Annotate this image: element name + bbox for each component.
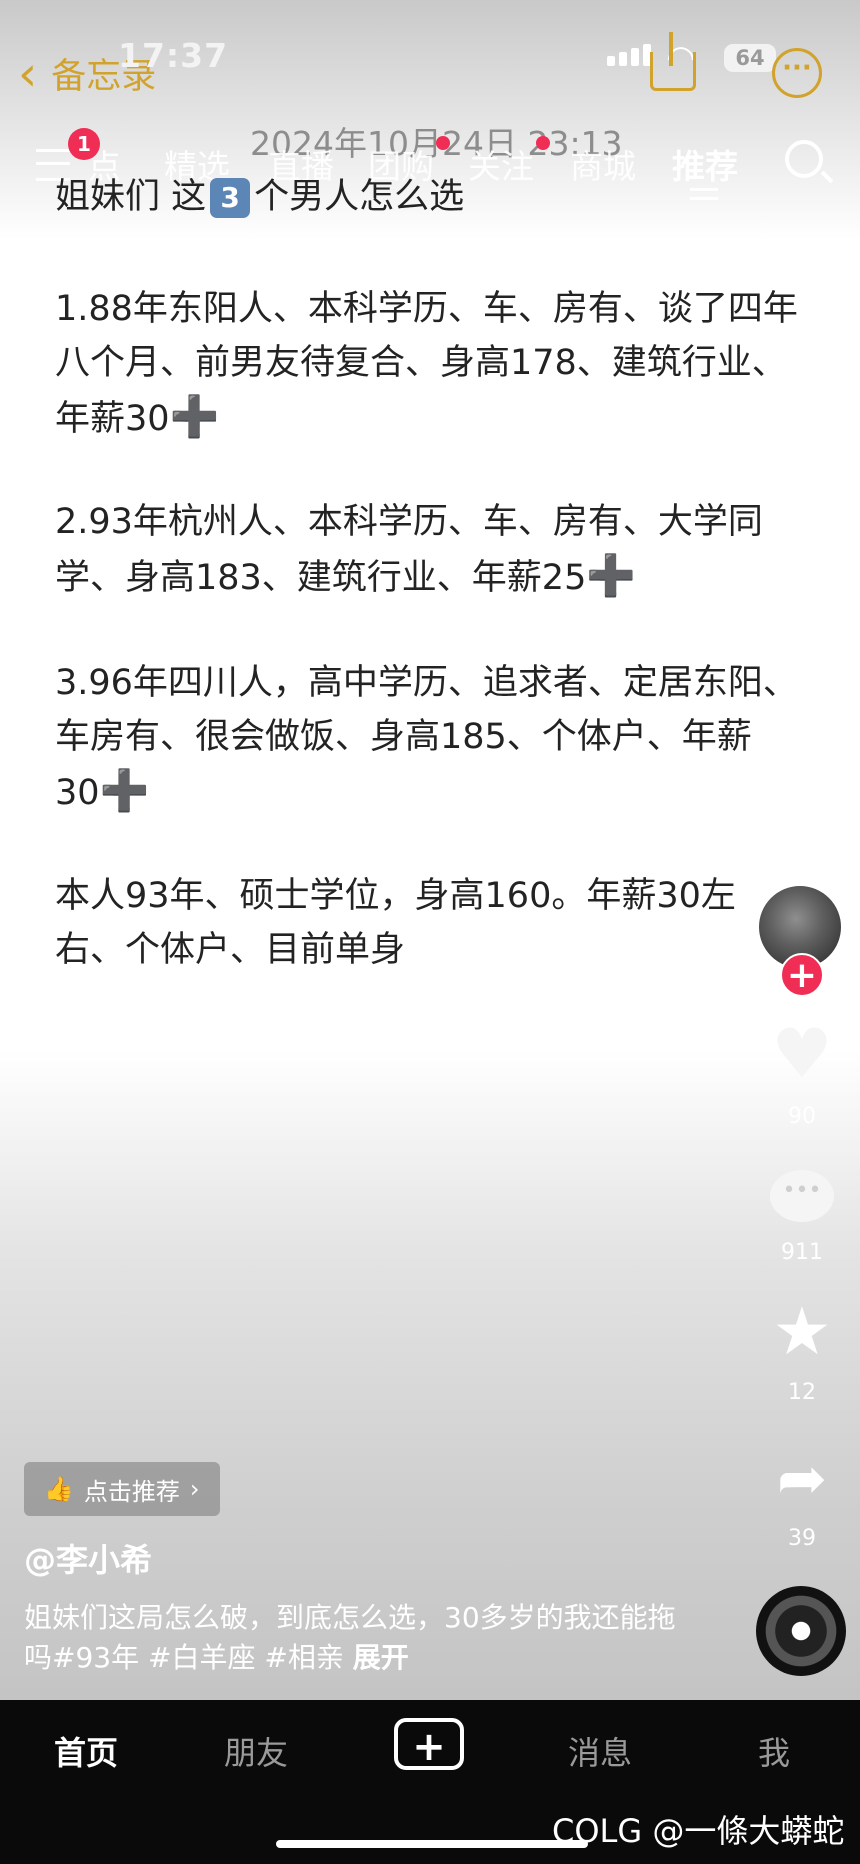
battery-indicator: 64: [724, 44, 776, 72]
recommend-label: 点击推荐: [83, 1477, 180, 1506]
video-caption: 姐妹们这局怎么破，到底怎么选，30多岁的我还能拖吗#93年 #白羊座 #相亲 展…: [24, 1601, 676, 1674]
note-paragraph-4: 本人93年、硕士学位，身高160。年薪30左右、个体户、目前单身: [55, 876, 736, 970]
recommend-button[interactable]: 👍 点击推荐 ›: [24, 1462, 220, 1516]
nav-friends[interactable]: 朋友: [224, 1728, 288, 1774]
heart-icon[interactable]: ♥: [770, 1020, 834, 1090]
author-username[interactable]: @李小希: [24, 1535, 152, 1581]
more-options-icon[interactable]: ···: [772, 48, 822, 98]
comment-icon[interactable]: [770, 1170, 834, 1222]
chevron-left-icon: ‹: [18, 45, 38, 102]
follow-button[interactable]: +: [780, 953, 824, 997]
cellular-signal-icon: [607, 44, 651, 66]
status-time: 17:37: [118, 36, 229, 75]
plus-icon: ➕: [586, 553, 637, 599]
nav-home[interactable]: 首页: [54, 1728, 118, 1774]
music-disc-icon[interactable]: [756, 1586, 846, 1676]
comment-count: 911: [781, 1240, 823, 1265]
plus-icon: ➕: [169, 394, 220, 440]
note-paragraph-2: 2.93年杭州人、本科学历、车、房有、大学同学、身高183、建筑行业、年薪25➕: [55, 502, 763, 599]
star-icon[interactable]: ★: [770, 1298, 834, 1366]
create-button[interactable]: +: [394, 1718, 464, 1770]
thumbs-up-icon: 👍: [44, 1475, 74, 1503]
tab-dot-indicator: [436, 136, 450, 150]
like-count: 90: [788, 1104, 816, 1129]
share-arrow-icon[interactable]: ➦: [770, 1448, 834, 1510]
nav-me[interactable]: 我: [758, 1728, 790, 1774]
share-icon[interactable]: [650, 32, 696, 91]
chevron-right-icon: ›: [189, 1475, 200, 1503]
watermark-text: COLG @一條大蟒蛇: [552, 1812, 845, 1850]
expand-caption-link[interactable]: 展开: [353, 1641, 409, 1674]
note-title: 姐妹们 这 3 个男人怎么选: [55, 177, 465, 218]
nav-messages[interactable]: 消息: [568, 1728, 632, 1774]
plus-icon: ➕: [99, 768, 150, 814]
keycap-number-icon: 3: [210, 178, 251, 218]
note-paragraph-1: 1.88年东阳人、本科学历、车、房有、谈了四年八个月、前男友待复合、身高178、…: [55, 289, 798, 440]
favorite-count: 12: [788, 1380, 816, 1405]
tab-dot-indicator: [536, 136, 550, 150]
share-count: 39: [788, 1526, 816, 1551]
note-paragraph-3: 3.96年四川人，高中学历、追求者、定居东阳、车房有、很会做饭、身高185、个体…: [55, 663, 798, 814]
home-indicator: [276, 1840, 588, 1848]
